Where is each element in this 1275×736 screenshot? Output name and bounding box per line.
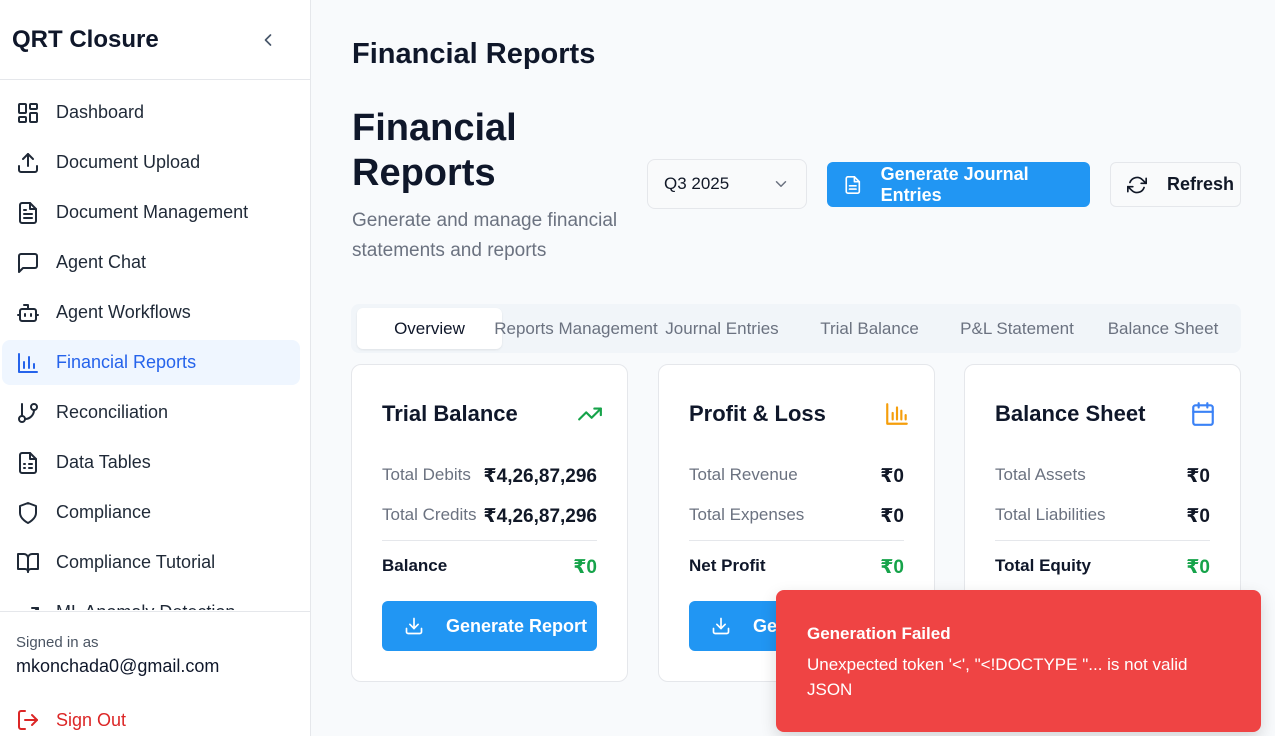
refresh-label: Refresh [1167, 174, 1235, 194]
total-assets-value: ₹0 [1186, 466, 1210, 487]
net-profit-label: Net Profit [689, 556, 766, 575]
tab-balance-sheet[interactable]: Balance Sheet [1099, 308, 1227, 349]
trending-up-icon [578, 407, 602, 421]
sidebar-item-document-management[interactable]: Document Management [2, 190, 300, 235]
card-divider [689, 540, 904, 541]
toast-message: Unexpected token '<', "<!DOCTYPE "... is… [807, 655, 1188, 699]
tab-reports-management[interactable]: Reports Management [490, 308, 662, 349]
sidebar-item-label: Financial Reports [56, 352, 197, 372]
balance-label: Balance [382, 556, 448, 575]
report-tabs: Overview Reports Management Journal Entr… [351, 304, 1241, 353]
period-value: Q3 2025 [664, 174, 730, 193]
total-liabilities-label: Total Liabilities [995, 505, 1106, 524]
bot-icon [17, 303, 39, 322]
chat-icon [18, 252, 38, 273]
sidebar-item-compliance-tutorial[interactable]: Compliance Tutorial [2, 540, 300, 585]
document-icon [19, 201, 37, 224]
calendar-icon [1192, 402, 1214, 426]
sidebar-nav: Dashboard Document Upload Document Manag… [0, 88, 310, 610]
sign-out-button[interactable]: Sign Out [16, 708, 126, 732]
sidebar-item-label: Reconciliation [56, 402, 169, 422]
chevron-down-icon [775, 181, 787, 187]
card-divider [382, 540, 597, 541]
user-email: mkonchada0@gmail.com [16, 656, 220, 676]
card-title: Balance Sheet [995, 401, 1146, 426]
card-title: Trial Balance [382, 401, 518, 426]
total-credits-value: ₹4,26,87,296 [483, 506, 597, 527]
generate-journal-label: Generate Journal Entries [880, 163, 1029, 205]
page-title: Financial Reports [352, 38, 596, 70]
total-expenses-label: Total Expenses [689, 505, 805, 524]
dashboard-icon [18, 102, 38, 123]
sidebar-item-label: Data Tables [56, 452, 151, 472]
total-revenue-value: ₹0 [880, 466, 904, 487]
net-profit-value: ₹0 [880, 557, 904, 578]
hero-title: Financial Reports [352, 107, 517, 194]
generate-report-label: Generate Report [446, 615, 588, 636]
sidebar-item-document-upload[interactable]: Document Upload [2, 140, 300, 185]
sidebar-item-label: ML Anomaly Detection [56, 602, 235, 610]
sidebar-item-agent-workflows[interactable]: Agent Workflows [2, 290, 300, 335]
upload-icon [18, 152, 38, 173]
sidebar-item-agent-chat[interactable]: Agent Chat [2, 240, 300, 285]
tab-overview[interactable]: Overview [357, 308, 502, 349]
file-text-icon [845, 175, 861, 194]
sign-out-label: Sign Out [56, 709, 127, 730]
total-debits-label: Total Debits [382, 465, 471, 484]
sidebar-footer: Signed in as mkonchada0@gmail.com Sign O… [0, 611, 310, 736]
git-branch-icon [18, 402, 38, 423]
sidebar-header: QRT Closure [0, 0, 310, 80]
table-file-icon [19, 451, 37, 474]
refresh-icon [1127, 176, 1147, 193]
sidebar-item-compliance[interactable]: Compliance [2, 490, 300, 535]
book-icon [17, 552, 39, 573]
balance-value: ₹0 [573, 557, 597, 578]
total-expenses-value: ₹0 [880, 506, 904, 527]
total-revenue-label: Total Revenue [689, 465, 798, 484]
refresh-button[interactable]: Refresh [1110, 162, 1241, 207]
sidebar-item-label: Agent Workflows [56, 302, 191, 322]
error-toast[interactable]: Generation Failed Unexpected token '<', … [776, 590, 1261, 732]
total-equity-value: ₹0 [1186, 557, 1210, 578]
logout-icon [18, 710, 38, 730]
period-select[interactable]: Q3 2025 [647, 159, 807, 209]
tab-trial-balance[interactable]: Trial Balance [812, 308, 927, 349]
sidebar-item-label: Document Management [56, 202, 249, 222]
total-liabilities-value: ₹0 [1186, 506, 1210, 527]
download-icon [405, 617, 423, 635]
sidebar-item-label: Compliance Tutorial [56, 552, 216, 572]
tab-journal-entries[interactable]: Journal Entries [662, 308, 782, 349]
bar-chart-icon [886, 403, 908, 425]
sidebar-item-financial-reports[interactable]: Financial Reports [2, 340, 300, 385]
sidebar-item-dashboard[interactable]: Dashboard [2, 90, 300, 135]
total-assets-label: Total Assets [995, 465, 1086, 484]
shield-icon [19, 501, 37, 524]
sidebar-item-data-tables[interactable]: Data Tables [2, 440, 300, 485]
bar-chart-icon [18, 352, 38, 373]
card-divider [995, 540, 1210, 541]
sidebar-item-label: Document Upload [56, 152, 201, 172]
sidebar-item-ml-anomaly-detection[interactable]: ML Anomaly Detection [2, 590, 300, 610]
total-debits-value: ₹4,26,87,296 [483, 466, 597, 487]
generate-trial-balance-report-button[interactable]: Generate Report [382, 601, 597, 651]
sidebar-item-reconciliation[interactable]: Reconciliation [2, 390, 300, 435]
total-equity-label: Total Equity [995, 556, 1092, 575]
chevron-left-icon [264, 33, 272, 46]
tab-pl-statement[interactable]: P&L Statement [951, 308, 1083, 349]
sidebar-item-label: Compliance [56, 502, 152, 522]
sidebar: QRT Closure Dashboard Document Upload Do… [0, 0, 311, 736]
generate-journal-entries-button[interactable]: Generate Journal Entries [827, 162, 1090, 207]
download-icon [712, 617, 730, 635]
trend-icon [24, 606, 39, 610]
app-title: QRT Closure [12, 25, 159, 53]
sidebar-item-label: Dashboard [56, 102, 145, 122]
total-credits-label: Total Credits [382, 505, 477, 524]
signed-in-label: Signed in as [16, 634, 99, 651]
hero-subtitle: Generate and manage financial statements… [352, 210, 618, 261]
trial-balance-card: Trial Balance Total Debits ₹4,26,87,296 … [351, 364, 628, 682]
card-title: Profit & Loss [689, 401, 826, 426]
collapse-sidebar-button[interactable] [258, 30, 278, 50]
sidebar-item-label: Agent Chat [56, 252, 147, 272]
toast-title: Generation Failed [807, 624, 951, 643]
